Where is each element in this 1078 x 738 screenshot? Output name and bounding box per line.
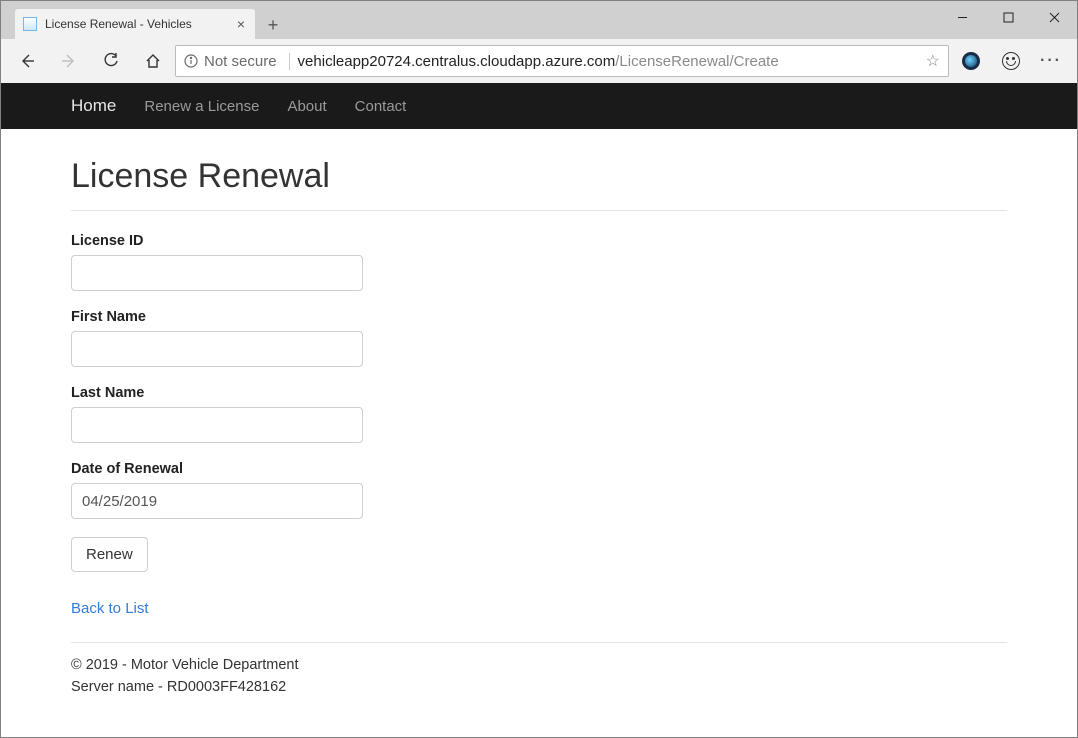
site-navbar: Home Renew a License About Contact <box>1 83 1077 129</box>
field-date-of-renewal: Date of Renewal <box>71 461 1007 519</box>
input-date-of-renewal[interactable] <box>71 483 363 519</box>
field-first-name: First Name <box>71 309 1007 367</box>
main-container: License Renewal License ID First Name La… <box>1 129 1077 695</box>
window-minimize-button[interactable] <box>939 1 985 33</box>
browser-chrome: License Renewal - Vehicles × + <box>1 1 1077 83</box>
security-indicator[interactable]: Not secure <box>184 53 290 70</box>
nav-renew-license[interactable]: Renew a License <box>144 98 259 115</box>
window-maximize-button[interactable] <box>985 1 1031 33</box>
favorite-star-icon[interactable]: ☆ <box>926 51 940 71</box>
new-tab-button[interactable]: + <box>259 11 287 39</box>
url-host: vehicleapp20724.centralus.cloudapp.azure… <box>298 53 616 70</box>
home-button[interactable] <box>133 41 173 81</box>
browser-tab-active[interactable]: License Renewal - Vehicles × <box>15 9 255 39</box>
input-first-name[interactable] <box>71 331 363 367</box>
footer-divider <box>71 642 1007 643</box>
favicon-icon <box>23 17 37 31</box>
input-license-id[interactable] <box>71 255 363 291</box>
title-divider <box>71 210 1007 211</box>
label-license-id: License ID <box>71 233 1007 249</box>
window-close-button[interactable] <box>1031 1 1077 33</box>
forward-button[interactable] <box>49 41 89 81</box>
refresh-button[interactable] <box>91 41 131 81</box>
renew-button[interactable]: Renew <box>71 537 148 572</box>
url-text: vehicleapp20724.centralus.cloudapp.azure… <box>298 53 779 70</box>
tab-close-icon[interactable]: × <box>235 16 247 32</box>
page-title: License Renewal <box>71 157 1007 196</box>
label-first-name: First Name <box>71 309 1007 325</box>
url-path: /LicenseRenewal/Create <box>615 53 778 70</box>
toolbar-right-icons: ··· <box>951 41 1071 81</box>
page-body: Home Renew a License About Contact Licen… <box>1 83 1077 695</box>
security-label-text: Not secure <box>204 53 277 70</box>
nav-about[interactable]: About <box>287 98 326 115</box>
label-last-name: Last Name <box>71 385 1007 401</box>
more-icon: ··· <box>1040 52 1062 70</box>
label-date-of-renewal: Date of Renewal <box>71 461 1007 477</box>
back-to-list-link[interactable]: Back to List <box>71 600 149 617</box>
extension-button[interactable] <box>951 41 991 81</box>
feedback-button[interactable] <box>991 41 1031 81</box>
smiley-icon <box>1002 52 1020 70</box>
info-icon <box>184 54 198 68</box>
input-last-name[interactable] <box>71 407 363 443</box>
tab-strip: License Renewal - Vehicles × + <box>1 1 1077 39</box>
back-button[interactable] <box>7 41 47 81</box>
footer-server-name: Server name - RD0003FF428162 <box>71 679 1007 695</box>
toolbar-row: Not secure vehicleapp20724.centralus.clo… <box>1 39 1077 83</box>
field-license-id: License ID <box>71 233 1007 291</box>
window-controls <box>939 1 1077 33</box>
address-bar[interactable]: Not secure vehicleapp20724.centralus.clo… <box>175 45 949 77</box>
footer-copyright: © 2019 - Motor Vehicle Department <box>71 657 1007 673</box>
field-last-name: Last Name <box>71 385 1007 443</box>
extension-icon <box>962 52 980 70</box>
tab-title: License Renewal - Vehicles <box>45 17 235 31</box>
menu-button[interactable]: ··· <box>1031 41 1071 81</box>
nav-home[interactable]: Home <box>71 96 116 116</box>
nav-contact[interactable]: Contact <box>355 98 407 115</box>
